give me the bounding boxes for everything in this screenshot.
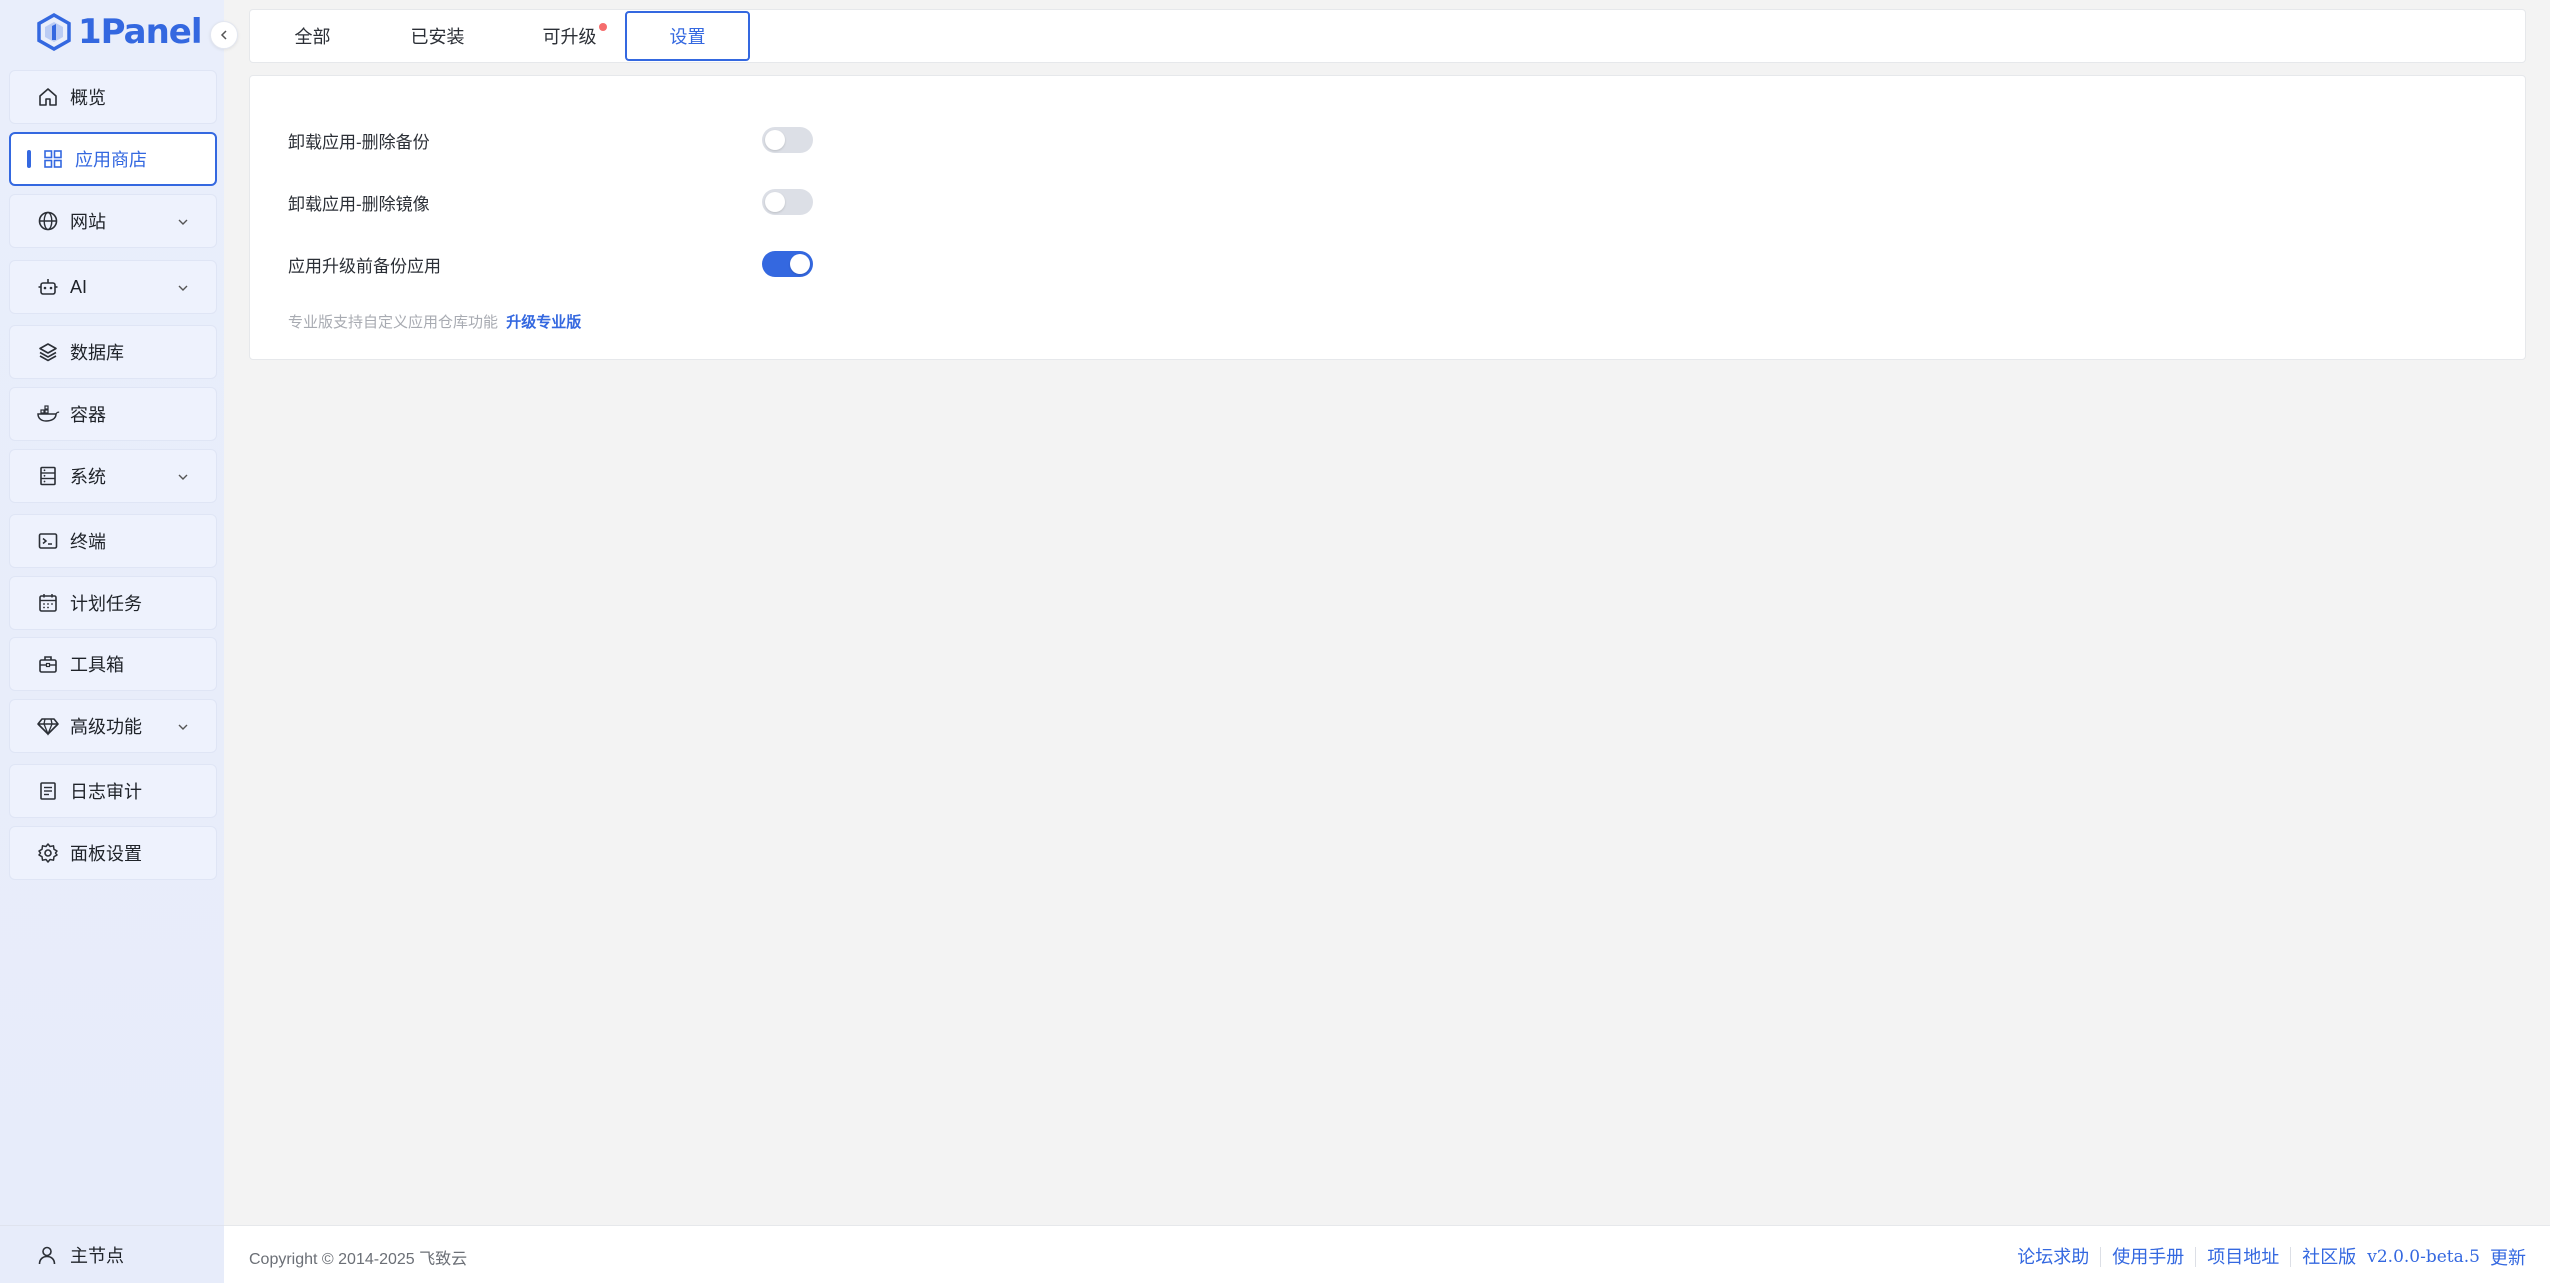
logo[interactable]: 1Panel (36, 10, 203, 54)
sidebar-item-panel-settings[interactable]: 面板设置 (9, 826, 217, 880)
sidebar-item-label: 工具箱 (70, 655, 124, 675)
setting-row: 卸载应用-删除备份 (288, 126, 430, 154)
backup-before-upgrade-switch[interactable] (762, 251, 813, 277)
sidebar-item-label: 系统 (70, 467, 106, 487)
pro-hint: 专业版支持自定义应用仓库功能 升级专业版 (288, 311, 581, 332)
sidebar: 1Panel 概览 应用商店 网站 AI 数据库 容器 系统 终端 计划任务 工… (0, 0, 238, 1283)
sidebar-item-label: 高级功能 (70, 717, 142, 737)
app-store-tabs: 全部 已安装 可升级 设置 (249, 9, 2526, 63)
forum-link[interactable]: 论坛求助 (2006, 1247, 2102, 1267)
collapse-sidebar-button[interactable] (210, 21, 238, 49)
sidebar-item-website[interactable]: 网站 (9, 194, 217, 248)
sidebar-item-database[interactable]: 数据库 (9, 325, 217, 379)
delete-image-switch[interactable] (762, 189, 813, 215)
active-indicator (27, 150, 31, 168)
tab-upgradable[interactable]: 可升级 (512, 11, 627, 61)
globe-icon (36, 209, 60, 233)
robot-icon (36, 275, 60, 299)
sidebar-item-label: 应用商店 (75, 150, 147, 170)
terminal-icon (36, 529, 60, 553)
calendar-icon (36, 591, 60, 615)
chevron-down-icon (176, 213, 190, 234)
docker-icon (36, 402, 60, 426)
sidebar-item-ai[interactable]: AI (9, 260, 217, 314)
sidebar-item-label: 网站 (70, 212, 106, 232)
page-footer: Copyright © 2014-2025 飞致云 论坛求助 使用手册 项目地址… (224, 1225, 2550, 1283)
sidebar-item-label: AI (70, 276, 88, 297)
delete-backup-switch[interactable] (762, 127, 813, 153)
node-switcher[interactable]: 主节点 (0, 1225, 224, 1283)
sidebar-item-app-store[interactable]: 应用商店 (9, 132, 217, 186)
server-icon (36, 464, 60, 488)
settings-card: 卸载应用-删除备份 卸载应用-删除镜像 应用升级前备份应用 专业版支持自定义应用… (249, 75, 2526, 360)
setting-row: 卸载应用-删除镜像 (288, 188, 430, 216)
sidebar-item-label: 面板设置 (70, 844, 142, 864)
logo-icon (37, 13, 71, 51)
update-link[interactable]: 更新 (2490, 1244, 2526, 1270)
switch-knob (765, 192, 785, 212)
sidebar-item-label: 数据库 (70, 343, 124, 363)
pro-hint-text: 专业版支持自定义应用仓库功能 (288, 314, 499, 331)
chevron-down-icon (176, 468, 190, 489)
tab-label: 已安装 (410, 27, 465, 47)
switch-knob (790, 254, 810, 274)
tab-all[interactable]: 全部 (270, 11, 355, 61)
sidebar-item-label: 日志审计 (70, 782, 142, 802)
footer-links: 论坛求助 使用手册 项目地址 社区版 v2.0.0-beta.5 更新 (2006, 1244, 2526, 1270)
home-icon (36, 85, 60, 109)
sidebar-item-log-audit[interactable]: 日志审计 (9, 764, 217, 818)
sidebar-item-advanced[interactable]: 高级功能 (9, 699, 217, 753)
update-badge (599, 23, 607, 31)
setting-row: 应用升级前备份应用 (288, 250, 441, 278)
upgrade-pro-link[interactable]: 升级专业版 (506, 314, 581, 331)
toolbox-icon (36, 652, 60, 676)
tab-settings[interactable]: 设置 (625, 11, 750, 61)
edition-label[interactable]: 社区版 (2291, 1247, 2367, 1267)
sidebar-item-toolbox[interactable]: 工具箱 (9, 637, 217, 691)
sidebar-item-label: 容器 (70, 405, 106, 425)
node-label: 主节点 (70, 1245, 124, 1266)
sidebar-item-terminal[interactable]: 终端 (9, 514, 217, 568)
chevron-down-icon (176, 718, 190, 739)
grid-icon (41, 147, 65, 171)
layers-icon (36, 340, 60, 364)
gear-icon (36, 841, 60, 865)
version-label: v2.0.0-beta.5 (2367, 1247, 2480, 1267)
sidebar-item-label: 计划任务 (70, 594, 142, 614)
sidebar-item-overview[interactable]: 概览 (9, 70, 217, 124)
tab-label: 可升级 (542, 27, 597, 47)
sidebar-item-label: 终端 (70, 532, 106, 552)
project-link[interactable]: 项目地址 (2196, 1247, 2292, 1267)
copyright: Copyright © 2014-2025 飞致云 (249, 1251, 468, 1268)
setting-label: 应用升级前备份应用 (288, 256, 441, 276)
chevron-left-icon (220, 30, 227, 40)
sidebar-item-container[interactable]: 容器 (9, 387, 217, 441)
log-icon (36, 779, 60, 803)
sidebar-item-cron[interactable]: 计划任务 (9, 576, 217, 630)
setting-label: 卸载应用-删除镜像 (288, 194, 430, 214)
tab-label: 设置 (669, 27, 706, 47)
logo-text: 1Panel (78, 12, 203, 52)
chevron-down-icon (176, 279, 190, 300)
setting-label: 卸载应用-删除备份 (288, 132, 430, 152)
tab-label: 全部 (294, 27, 331, 47)
docs-link[interactable]: 使用手册 (2101, 1247, 2197, 1267)
diamond-icon (36, 714, 60, 738)
tab-installed[interactable]: 已安装 (375, 11, 500, 61)
sidebar-item-label: 概览 (70, 88, 106, 108)
user-icon (36, 1244, 58, 1266)
switch-knob (765, 130, 785, 150)
sidebar-item-system[interactable]: 系统 (9, 449, 217, 503)
